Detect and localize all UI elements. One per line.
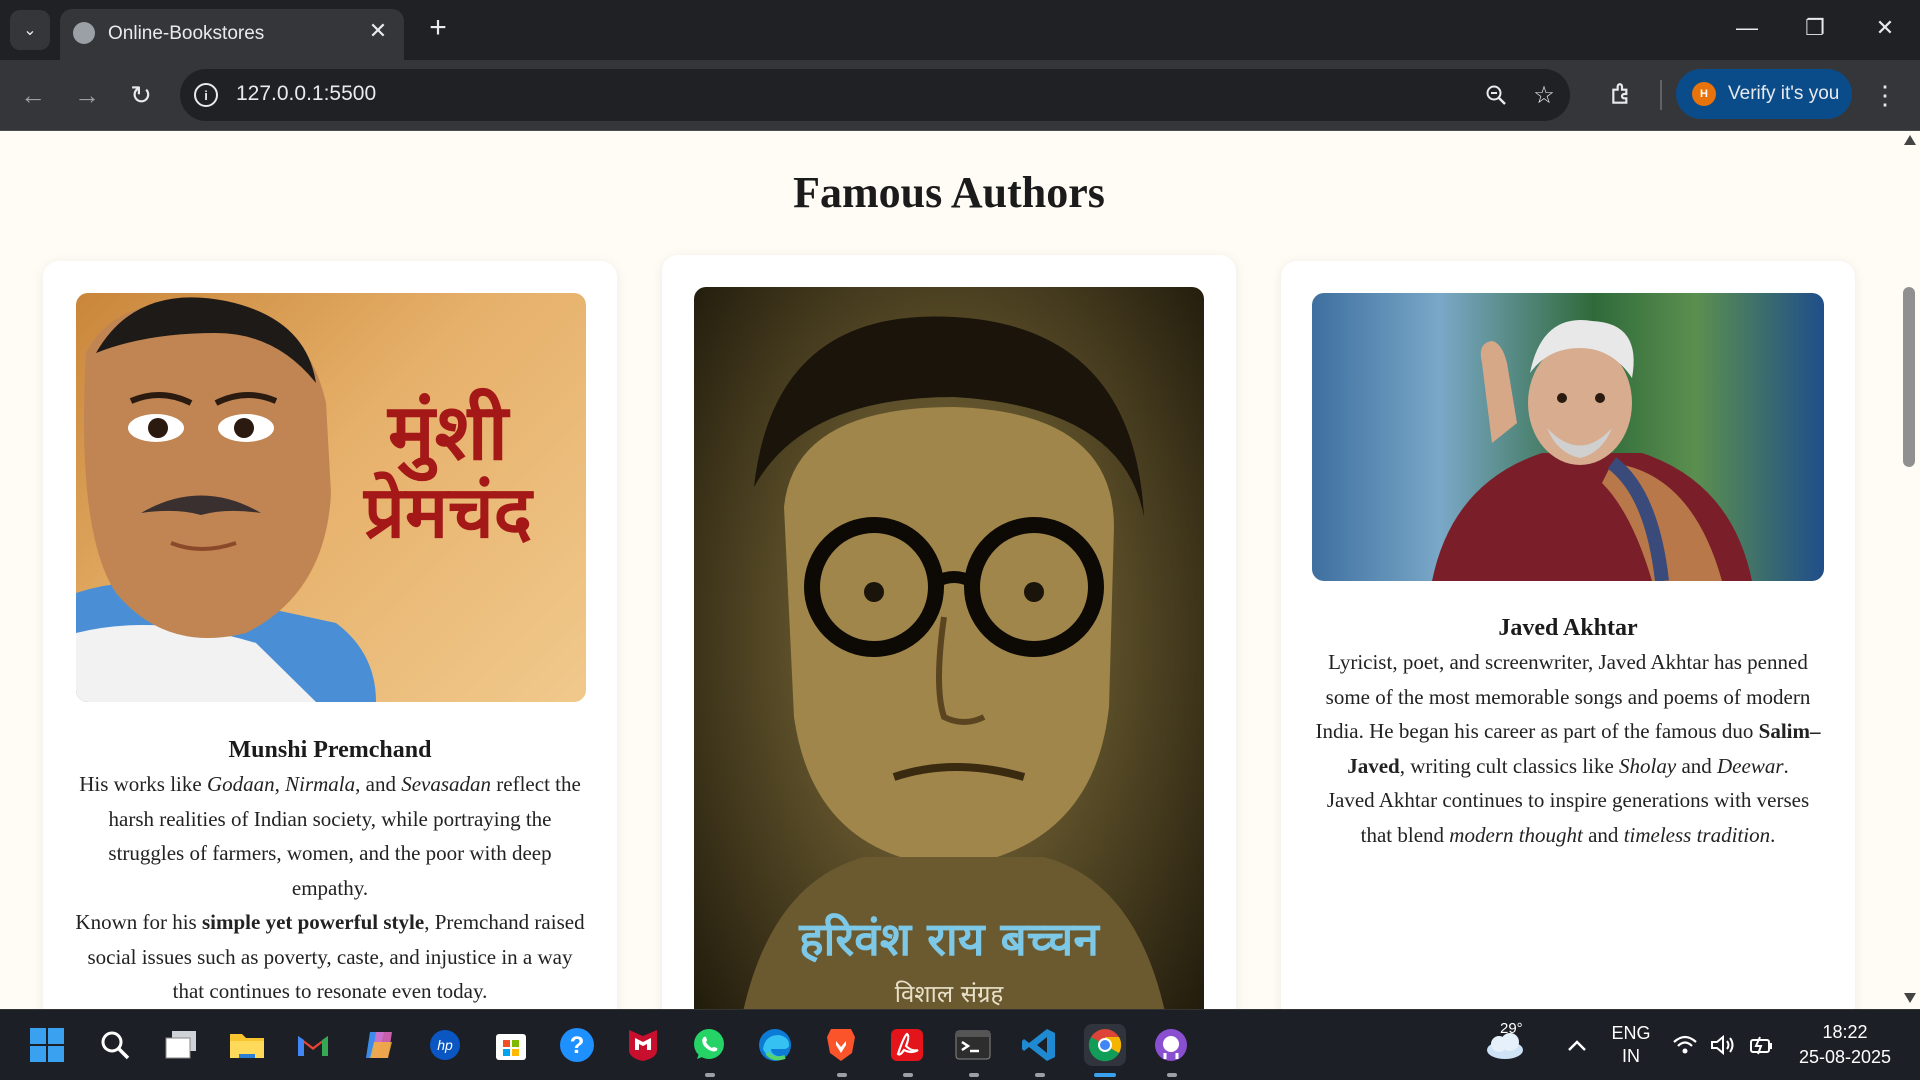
gmail-icon[interactable]: [292, 1024, 334, 1066]
minimize-icon: —: [1736, 15, 1758, 40]
extensions-icon[interactable]: [1604, 76, 1640, 112]
running-indicator: [1035, 1073, 1045, 1077]
active-indicator: [1094, 1073, 1116, 1077]
bookmark-star-icon[interactable]: ☆: [1530, 81, 1558, 109]
bachchan-image-subtitle: विशाल संग्रह: [894, 980, 1004, 1008]
browser-toolbar: ← → ↻ i 127.0.0.1:5500 ☆ H Verify it's y…: [0, 60, 1920, 131]
windows-taskbar: hp ? 29° ENG IN 18:22 25-08-2025: [0, 1009, 1920, 1080]
chrome-icon[interactable]: [1084, 1024, 1126, 1066]
globe-icon: [73, 22, 95, 44]
scroll-thumb[interactable]: [1903, 287, 1915, 467]
close-icon: ✕: [368, 18, 388, 43]
whatsapp-icon[interactable]: [688, 1024, 730, 1066]
running-indicator: [903, 1073, 913, 1077]
arrow-right-icon: →: [74, 79, 100, 110]
page-title: Famous Authors: [793, 168, 1105, 217]
forward-button[interactable]: →: [68, 76, 106, 114]
author-name: Munshi Premchand: [228, 737, 432, 763]
chevron-up-icon[interactable]: [1556, 1024, 1598, 1066]
battery-icon[interactable]: [1744, 1024, 1778, 1066]
running-indicator: [705, 1073, 715, 1077]
close-icon: ✕: [1875, 15, 1895, 40]
edge-icon[interactable]: [754, 1024, 796, 1066]
bio-paragraph: Known for his simple yet powerful style,…: [75, 910, 585, 1003]
running-indicator: [969, 1073, 979, 1077]
wifi-icon[interactable]: [1668, 1024, 1702, 1066]
clock[interactable]: 18:22 25-08-2025: [1790, 1020, 1900, 1070]
tab-search-button[interactable]: ⌄: [10, 10, 50, 50]
toolbar-divider: [1660, 80, 1662, 110]
hp-icon[interactable]: hp: [424, 1024, 466, 1066]
bio-paragraph: His works like Godaan, Nirmala, and Seva…: [79, 772, 581, 900]
page-viewport: Famous Authors मुंशी प्रेमचंद Munshi Pre…: [0, 131, 1898, 1009]
minimize-button[interactable]: —: [1724, 8, 1770, 48]
plus-icon: +: [429, 11, 447, 44]
tab-strip: ⌄ Online-Bookstores ✕ + — ❐ ✕: [0, 0, 1920, 60]
back-button[interactable]: ←: [14, 76, 52, 114]
acrobat-icon[interactable]: [886, 1024, 928, 1066]
mcafee-icon[interactable]: [622, 1024, 664, 1066]
author-bio: Lyricist, poet, and screenwriter, Javed …: [1311, 645, 1825, 852]
tab-title: Online-Bookstores: [108, 23, 265, 44]
brave-icon[interactable]: [820, 1024, 862, 1066]
weather-temp: 29°: [1500, 1020, 1523, 1037]
bio-paragraph: Javed Akhtar continues to inspire genera…: [1326, 788, 1810, 847]
language-indicator[interactable]: ENG IN: [1606, 1022, 1656, 1068]
tab-active[interactable]: Online-Bookstores ✕: [60, 9, 404, 60]
start-windows-icon[interactable]: [26, 1024, 68, 1066]
page-scrollbar[interactable]: [1898, 131, 1920, 1009]
author-name: Javed Akhtar: [1498, 615, 1638, 641]
terminal-icon[interactable]: [952, 1024, 994, 1066]
reload-button[interactable]: ↻: [122, 76, 160, 114]
author-card-bachchan: हरिवंश राय बच्चन विशाल संग्रह: [662, 255, 1236, 1009]
new-tab-button[interactable]: +: [422, 11, 454, 44]
reload-icon: ↻: [130, 79, 152, 110]
arrow-left-icon: ←: [20, 79, 46, 110]
scroll-up-icon[interactable]: [1904, 135, 1916, 145]
vscode-icon[interactable]: [1018, 1024, 1060, 1066]
more-menu-icon[interactable]: ⋮: [1870, 76, 1900, 114]
restore-button[interactable]: ❐: [1792, 8, 1838, 48]
profile-label: Verify it's you: [1728, 83, 1840, 104]
author-card-javed-akhtar: Javed Akhtar Lyricist, poet, and screenw…: [1281, 261, 1855, 1009]
svg-text:?: ?: [570, 1032, 585, 1059]
svg-text:hp: hp: [437, 1037, 453, 1053]
running-indicator: [837, 1073, 847, 1077]
url-text[interactable]: 127.0.0.1:5500: [236, 82, 376, 106]
file-explorer-icon[interactable]: [226, 1024, 268, 1066]
github-desktop-icon[interactable]: [1150, 1024, 1192, 1066]
chevron-down-icon: ⌄: [23, 22, 37, 39]
close-window-button[interactable]: ✕: [1862, 8, 1908, 48]
info-icon[interactable]: i: [194, 83, 218, 107]
microsoft-store-icon[interactable]: [490, 1024, 532, 1066]
address-bar[interactable]: i 127.0.0.1:5500 ☆: [180, 69, 1570, 121]
task-view-icon[interactable]: [160, 1024, 202, 1066]
running-indicator: [1167, 1073, 1177, 1077]
close-tab-button[interactable]: ✕: [364, 17, 392, 45]
search-icon[interactable]: [94, 1024, 136, 1066]
author-portrait-javed-akhtar: [1312, 293, 1824, 581]
copilot-icon[interactable]: [358, 1024, 400, 1066]
premchand-image-title: मुंशी प्रेमचंद: [364, 388, 532, 554]
author-portrait-premchand: मुंशी प्रेमचंद: [76, 293, 586, 702]
profile-button[interactable]: H Verify it's you: [1676, 69, 1852, 119]
author-card-premchand: मुंशी प्रेमचंद Munshi Premchand His work…: [43, 261, 617, 1009]
scroll-down-icon[interactable]: [1904, 993, 1916, 1003]
author-bio: His works like Godaan, Nirmala, and Seva…: [73, 767, 587, 1009]
avatar: H: [1692, 82, 1716, 106]
restore-icon: ❐: [1805, 15, 1825, 40]
volume-icon[interactable]: [1706, 1024, 1740, 1066]
bachchan-image-title: हरिवंश राय बच्चन: [799, 912, 1099, 966]
zoom-icon[interactable]: [1482, 81, 1510, 109]
help-icon[interactable]: ?: [556, 1024, 598, 1066]
bio-paragraph: Lyricist, poet, and screenwriter, Javed …: [1315, 650, 1821, 778]
author-portrait-bachchan: हरिवंश राय बच्चन विशाल संग्रह: [694, 287, 1204, 1009]
